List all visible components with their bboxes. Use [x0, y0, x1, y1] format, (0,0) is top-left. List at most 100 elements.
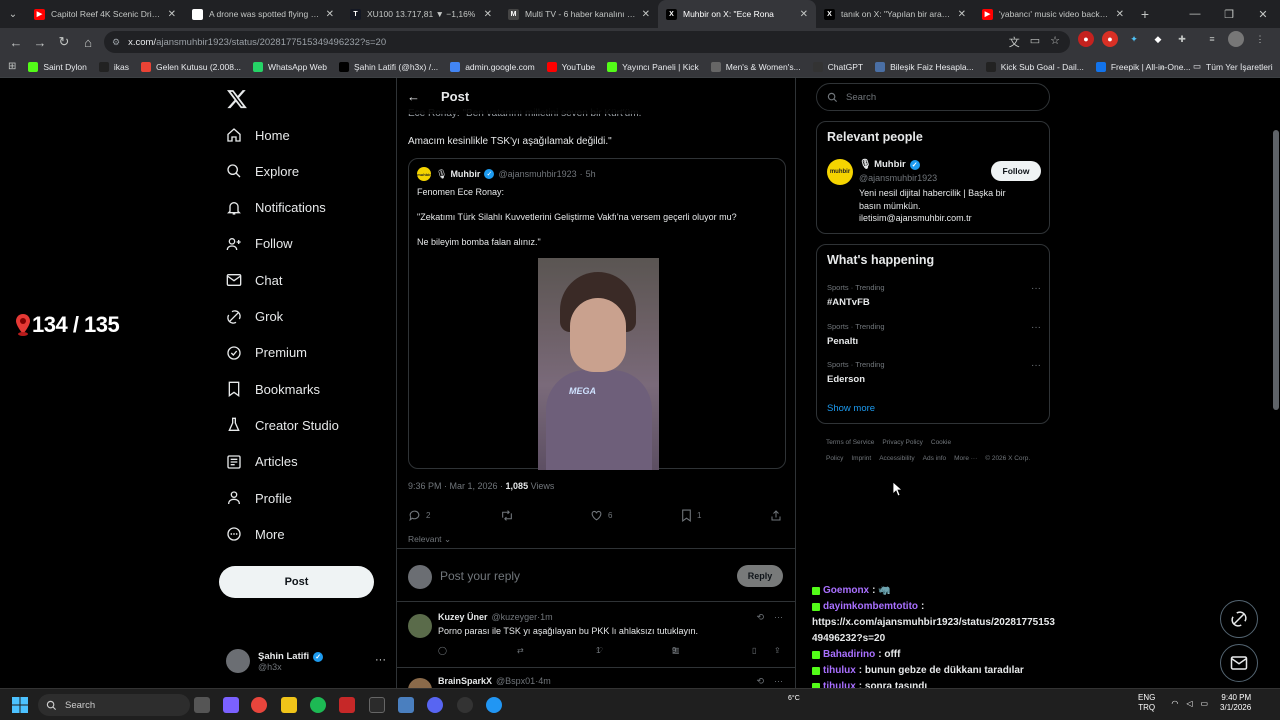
grok-button[interactable]	[1220, 600, 1258, 638]
minimize-button[interactable]: —	[1178, 0, 1212, 28]
close-tab-icon[interactable]: ✕	[326, 9, 334, 20]
avatar[interactable]: muhbir	[827, 159, 853, 185]
app-icon[interactable]	[369, 697, 385, 713]
browser-tab[interactable]: X Muhbir on X: "Ece Rona ✕	[658, 0, 816, 28]
discord-icon[interactable]	[427, 697, 443, 713]
file-explorer-icon[interactable]	[281, 697, 297, 713]
more-dots-icon[interactable]: ···	[774, 612, 783, 623]
bookmark-item[interactable]: Kick Sub Goal - Dail...	[985, 61, 1084, 72]
bookmark-item[interactable]: Freepik | All-in-One...	[1095, 61, 1191, 72]
chrome-icon[interactable]	[251, 697, 267, 713]
site-info-icon[interactable]: ⚙	[112, 37, 120, 48]
extension-icon[interactable]: ●	[1078, 31, 1094, 47]
grok-icon[interactable]: ⟲	[756, 676, 764, 687]
restore-button[interactable]: ❐	[1212, 0, 1246, 28]
reload-button[interactable]: ↻	[52, 30, 76, 54]
follow-button[interactable]: Follow	[991, 161, 1041, 181]
more-dots-icon[interactable]: ···	[774, 676, 783, 687]
app-icon[interactable]	[339, 697, 355, 713]
star-icon[interactable]: ☆	[1050, 34, 1060, 50]
show-more-link[interactable]: Show more	[827, 403, 875, 414]
extension-icon[interactable]: ◆	[1150, 31, 1166, 47]
bookmark-item[interactable]: Gelen Kutusu (2.008...	[140, 61, 241, 72]
page-scrollbar[interactable]	[1272, 130, 1280, 410]
scrollbar-thumb[interactable]	[1273, 130, 1279, 410]
footer-link[interactable]: Terms of Service	[826, 439, 874, 446]
close-tab-icon[interactable]: ✕	[958, 9, 966, 20]
chat-username[interactable]: Goemonx	[823, 583, 869, 599]
bookmark-item[interactable]: admin.google.com	[450, 61, 535, 72]
forward-button[interactable]: →	[28, 30, 52, 54]
browser-tab[interactable]: ▶ Capitol Reef 4K Scenic Drive | U ✕	[26, 0, 184, 28]
footer-link[interactable]: Ads info	[923, 455, 947, 462]
bookmark-item[interactable]: Bileşik Faiz Hesapla...	[875, 61, 974, 72]
close-tab-icon[interactable]: ✕	[168, 9, 176, 20]
nav-item-grok[interactable]: Grok	[226, 302, 283, 332]
avatar[interactable]	[408, 678, 432, 688]
bookmark-item[interactable]: Saint Dylon	[28, 61, 87, 72]
chat-username[interactable]: dayimkombemtotito	[823, 599, 918, 615]
home-button[interactable]: ⌂	[76, 30, 100, 54]
nav-item-follow[interactable]: Follow	[226, 229, 293, 259]
chat-username[interactable]: tihulux	[823, 663, 856, 679]
translate-icon[interactable]: 文	[1009, 34, 1020, 50]
bookmarks-overflow-icon[interactable]: »	[1160, 62, 1165, 72]
wifi-icon[interactable]: ◠	[1171, 699, 1178, 708]
taskbar-search[interactable]: Search	[38, 694, 190, 716]
bookmark-icon[interactable]: ▯	[752, 646, 756, 655]
extension-icon[interactable]: ●	[1102, 31, 1118, 47]
back-button[interactable]: ←	[4, 30, 28, 54]
apps-grid-icon[interactable]: ⊞	[8, 61, 16, 72]
reply-sort-dropdown[interactable]: Relevant ⌄	[408, 534, 451, 545]
nav-item-profile[interactable]: Profile	[226, 483, 292, 513]
share-action[interactable]	[770, 509, 787, 522]
browser-tab[interactable]: T XU100 13.717,81 ▼ −1,16% ✕	[342, 0, 500, 28]
profile-avatar[interactable]	[1228, 31, 1244, 47]
more-dots-icon[interactable]: ···	[375, 654, 386, 666]
video-thumbnail[interactable]: MEGA	[538, 258, 659, 470]
close-tab-icon[interactable]: ✕	[1116, 9, 1124, 20]
copilot-icon[interactable]	[223, 697, 239, 713]
chat-username[interactable]: tihulux	[823, 679, 856, 688]
spotify-icon[interactable]	[310, 697, 326, 713]
more-dots-icon[interactable]: ···	[1031, 322, 1041, 333]
puzzle-icon[interactable]: ✚	[1174, 31, 1190, 47]
bookmark-item[interactable]: ikas	[98, 61, 129, 72]
address-bar[interactable]: ⚙ x.com/ajansmuhbir1923/status/202817751…	[104, 31, 1070, 53]
volume-icon[interactable]: ◁	[1186, 699, 1192, 708]
quoted-post[interactable]: muhbir 🎙 Muhbir ✓ @ajansmuhbir1923 · 5h …	[408, 158, 786, 470]
close-window-button[interactable]: ✕	[1246, 0, 1280, 28]
nav-item-bookmarks[interactable]: Bookmarks	[226, 374, 320, 404]
footer-link[interactable]: Privacy Policy	[882, 439, 922, 446]
nav-item-premium[interactable]: Premium	[226, 338, 307, 368]
bookmark-item[interactable]: Yayıncı Paneli | Kick	[607, 61, 699, 72]
messages-button[interactable]	[1220, 644, 1258, 682]
nav-item-explore[interactable]: Explore	[226, 156, 299, 186]
reply-button[interactable]: Reply	[737, 565, 783, 587]
more-dots-icon[interactable]: ···	[1031, 360, 1041, 371]
like-action[interactable]: 6	[590, 509, 612, 522]
browser-tab[interactable]: ▶ 'yabancı' music video backstag ✕	[974, 0, 1132, 28]
close-tab-icon[interactable]: ✕	[484, 9, 492, 20]
share-icon[interactable]: ⇪	[774, 646, 781, 655]
close-tab-icon[interactable]: ✕	[642, 9, 650, 20]
reply-post[interactable]: BrainSparkX @Bspx01 · 4m ⟲ ···	[397, 668, 795, 688]
reply-post[interactable]: Kuzey Üner @kuzeyger · 1m ⟲ ··· Porno parası…	[397, 604, 795, 668]
taskbar-clock[interactable]: 9:40 PM 3/1/2026	[1220, 693, 1251, 713]
trend-item[interactable]: Sports · Trending #ANTvFB ···	[827, 283, 1041, 308]
post-button[interactable]: Post	[219, 566, 374, 598]
chrome-menu-icon[interactable]: ⋮	[1252, 31, 1268, 47]
tab-search-button[interactable]: ⌄	[0, 0, 26, 28]
account-switcher[interactable]: Şahin Latifi ✓ @h3x ···	[226, 646, 396, 676]
nav-item-creator-studio[interactable]: Creator Studio	[226, 410, 339, 440]
task-view-icon[interactable]	[194, 697, 210, 713]
trend-item[interactable]: Sports · Trending Ederson ···	[827, 360, 1041, 385]
search-input[interactable]: Search	[816, 83, 1050, 111]
more-dots-icon[interactable]: ···	[1031, 283, 1041, 294]
browser-tab[interactable]: b A drone was spotted flying in th ✕	[184, 0, 342, 28]
nav-item-notifications[interactable]: Notifications	[226, 193, 326, 223]
battery-icon[interactable]: ▭	[1200, 699, 1208, 708]
app-icon[interactable]	[486, 697, 502, 713]
browser-tab[interactable]: M Multi TV - 6 haber kanalını ayn ✕	[500, 0, 658, 28]
grok-icon[interactable]: ⟲	[756, 612, 764, 623]
